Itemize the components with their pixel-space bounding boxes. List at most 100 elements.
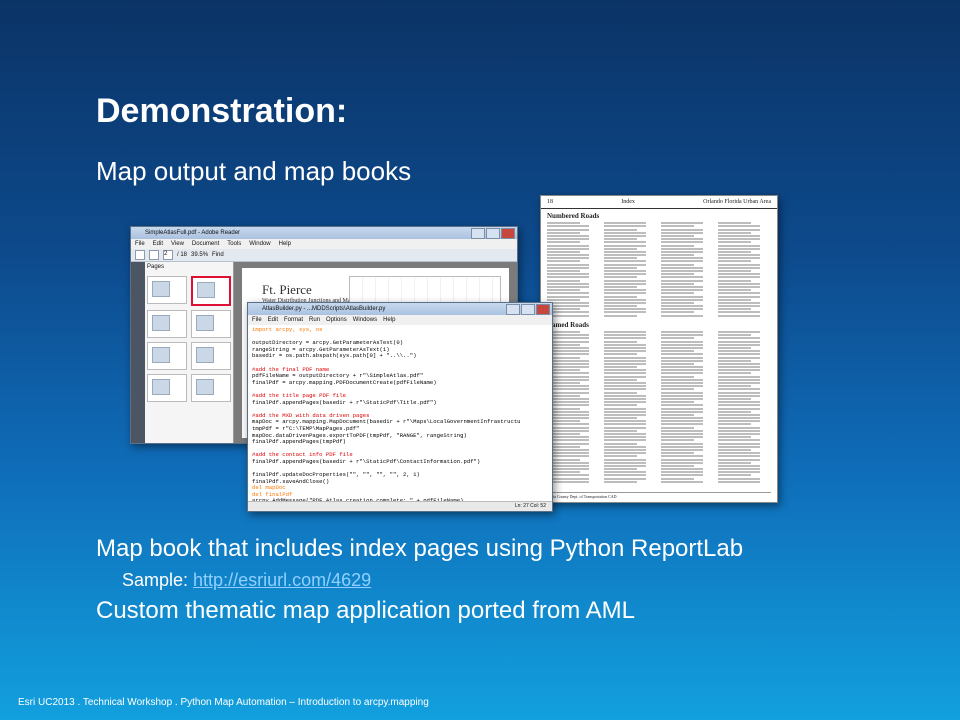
index-entry-line (661, 448, 704, 451)
index-entry-line (718, 279, 751, 282)
index-entry-line (547, 241, 580, 244)
index-entry-line (718, 433, 761, 435)
page-thumbnail (191, 374, 231, 402)
index-entry-line (547, 429, 590, 432)
index-entry-line (661, 388, 694, 391)
index-entry-line (661, 445, 704, 448)
index-entry-line (718, 369, 761, 372)
index-entry-line (661, 429, 704, 432)
slide-footer: Esri UC2013 . Technical Workshop . Pytho… (18, 697, 429, 708)
code-line: finalPdf.saveAndClose() (252, 477, 330, 485)
index-entry-line (604, 238, 637, 241)
index-entry-line (604, 436, 647, 439)
index-entry-line (718, 273, 761, 276)
index-entry-line (718, 292, 761, 295)
index-entry-line (604, 276, 637, 279)
index-entry-line (661, 295, 704, 298)
index-entry-line (604, 385, 647, 388)
editor-menu-file: File (252, 317, 262, 323)
index-entry-line (718, 407, 761, 410)
index-entry-line (604, 461, 647, 464)
index-entry-line (718, 289, 751, 292)
index-entry-line (718, 340, 761, 343)
reader-menu-bar: File Edit View Document Tools Window Hel… (131, 239, 517, 249)
index-entry-line (661, 273, 694, 276)
index-entry-line (718, 474, 751, 477)
index-entry-line (547, 250, 580, 253)
index-entry-line (604, 433, 647, 435)
index-entry-line (547, 474, 590, 477)
index-entry-line (661, 257, 704, 260)
index-entry-line (604, 382, 647, 384)
index-entry-line (604, 340, 637, 343)
index-entry-line (718, 346, 751, 349)
index-entry-line (718, 270, 751, 272)
page-thumbnail (147, 342, 187, 370)
index-entry-line (718, 257, 761, 260)
index-entry-line (661, 314, 704, 317)
index-entry-line (661, 301, 694, 304)
index-entry-line (718, 356, 761, 359)
index-entry-line (661, 247, 704, 250)
reader-menu-edit: Edit (152, 241, 164, 247)
index-entry-line (661, 477, 694, 480)
index-entry-line (547, 468, 590, 471)
index-entry-line (604, 468, 637, 471)
index-entry-line (604, 273, 647, 276)
index-entry-line (604, 247, 637, 250)
index-page-screenshot: 18 Index Orlando Florida Urban Area Numb… (540, 195, 778, 503)
index-entry-line (604, 225, 647, 228)
index-entry-line (547, 222, 580, 225)
index-entry-line (661, 346, 704, 349)
index-entry-line (718, 353, 761, 356)
index-entry-line (661, 372, 704, 375)
index-entry-line (661, 282, 694, 285)
maximize-icon (521, 304, 535, 315)
code-line: basedir = os.path.abspath(sys.path[0] + … (252, 352, 417, 360)
index-entry-line (661, 404, 704, 407)
index-entry-line (604, 455, 637, 458)
index-entry-line (661, 458, 704, 461)
index-entry-line (604, 241, 647, 244)
index-entry-line (661, 375, 694, 378)
index-entry-line (661, 356, 704, 359)
index-entry-line (661, 254, 694, 257)
index-entry-line (661, 385, 704, 388)
editor-menu-format: Format (284, 317, 304, 323)
index-entry-line (547, 270, 580, 272)
index-entry-line (604, 282, 647, 285)
index-entry-line (604, 452, 647, 455)
index-section-numbered: Numbered Roads (547, 212, 600, 220)
index-entry-line (547, 334, 590, 337)
index-entry-line (547, 273, 590, 276)
index-entry-line (718, 423, 751, 426)
sample-link[interactable]: http://esriurl.com/4629 (193, 570, 371, 590)
index-entry-line (547, 426, 590, 429)
index-entry-line (547, 480, 590, 483)
index-entry-line (718, 480, 761, 483)
index-entry-line (604, 222, 647, 225)
index-entry-line (547, 295, 590, 298)
index-entry-line (604, 439, 647, 442)
index-entry-line (604, 314, 637, 317)
index-entry-line (547, 439, 590, 442)
index-entry-line (547, 225, 590, 228)
index-entry-line (718, 334, 751, 337)
index-entry-line (718, 305, 761, 308)
editor-window-controls (506, 304, 550, 315)
index-entry-line (718, 401, 761, 404)
index-entry-line (547, 289, 580, 292)
index-entry-line (547, 464, 590, 467)
index-entry-line (604, 298, 647, 301)
index-columns-bottom (541, 330, 777, 484)
index-entry-line (547, 266, 590, 269)
index-entry-line (604, 263, 647, 266)
index-entry-line (718, 391, 761, 394)
index-entry-line (661, 474, 704, 477)
index-entry-line (661, 308, 704, 311)
index-entry-line (547, 362, 590, 365)
index-entry-line (547, 448, 590, 451)
index-entry-line (604, 426, 647, 429)
index-entry-line (661, 331, 704, 333)
index-entry-line (604, 234, 647, 237)
